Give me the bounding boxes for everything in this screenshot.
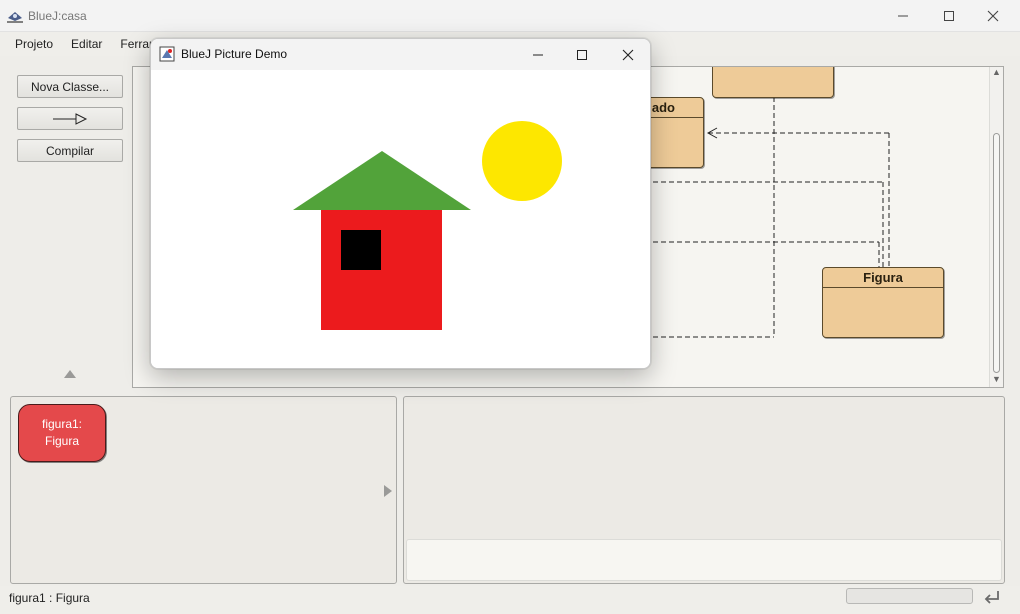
house-picture	[293, 121, 562, 330]
minimize-icon	[533, 54, 543, 55]
collapse-up-icon[interactable]	[64, 370, 76, 378]
scrollbar-thumb[interactable]	[993, 133, 1000, 373]
object-bench: figura1: Figura	[10, 396, 397, 584]
picture-demo-title: BlueJ Picture Demo	[181, 47, 288, 61]
inheritance-arrow-button[interactable]	[17, 107, 123, 130]
object-figura1[interactable]: figura1: Figura	[18, 404, 106, 462]
status-bar: figura1 : Figura	[0, 586, 1020, 614]
wall-square	[321, 210, 442, 330]
window-square	[341, 230, 381, 270]
demo-maximize-button[interactable]	[559, 39, 605, 70]
picture-demo-title-bar: BlueJ Picture Demo	[151, 39, 650, 70]
demo-close-button[interactable]	[605, 39, 650, 70]
reset-vm-icon[interactable]	[982, 588, 1002, 606]
scroll-up-icon[interactable]: ▲	[992, 67, 1001, 77]
maximize-button[interactable]	[926, 0, 972, 32]
picture-canvas	[151, 70, 650, 368]
close-icon	[622, 49, 634, 60]
new-class-button[interactable]: Nova Classe...	[17, 75, 123, 98]
bluej-main-window: BlueJ:casa Projeto Editar Ferramentas No…	[0, 0, 1020, 614]
expand-right-icon[interactable]	[384, 485, 392, 497]
minimize-icon	[898, 15, 908, 17]
codepad-input[interactable]	[406, 539, 1002, 581]
diagram-vertical-scrollbar[interactable]: ▲ ▼	[989, 67, 1003, 387]
class-box-top[interactable]	[712, 67, 834, 98]
codepad-panel	[403, 396, 1005, 584]
vm-progress-bar	[846, 588, 973, 604]
close-icon	[987, 10, 999, 22]
roof-triangle	[293, 151, 471, 210]
bluej-app-icon	[7, 12, 23, 23]
inheritance-arrow-icon	[53, 112, 88, 125]
compile-button[interactable]: Compilar	[17, 139, 123, 162]
class-name: Figura	[823, 268, 943, 288]
maximize-icon	[944, 11, 954, 21]
picture-demo-window: BlueJ Picture Demo	[150, 38, 651, 369]
close-button[interactable]	[970, 0, 1016, 32]
scroll-down-icon[interactable]: ▼	[992, 374, 1001, 384]
java-app-icon	[159, 46, 175, 62]
class-box-figura[interactable]: Figura	[822, 267, 944, 338]
object-instance-name: figura1:	[41, 417, 83, 431]
menu-editar[interactable]: Editar	[62, 32, 111, 56]
minimize-button[interactable]	[880, 0, 926, 32]
title-bar: BlueJ:casa	[0, 0, 1020, 32]
window-title: BlueJ:casa	[28, 9, 87, 23]
status-text: figura1 : Figura	[9, 591, 90, 605]
demo-minimize-button[interactable]	[515, 39, 561, 70]
class-name	[713, 67, 833, 84]
object-class-name: Figura	[44, 434, 79, 448]
sun-circle	[482, 121, 562, 201]
menu-projeto[interactable]: Projeto	[6, 32, 62, 56]
maximize-icon	[577, 49, 587, 60]
